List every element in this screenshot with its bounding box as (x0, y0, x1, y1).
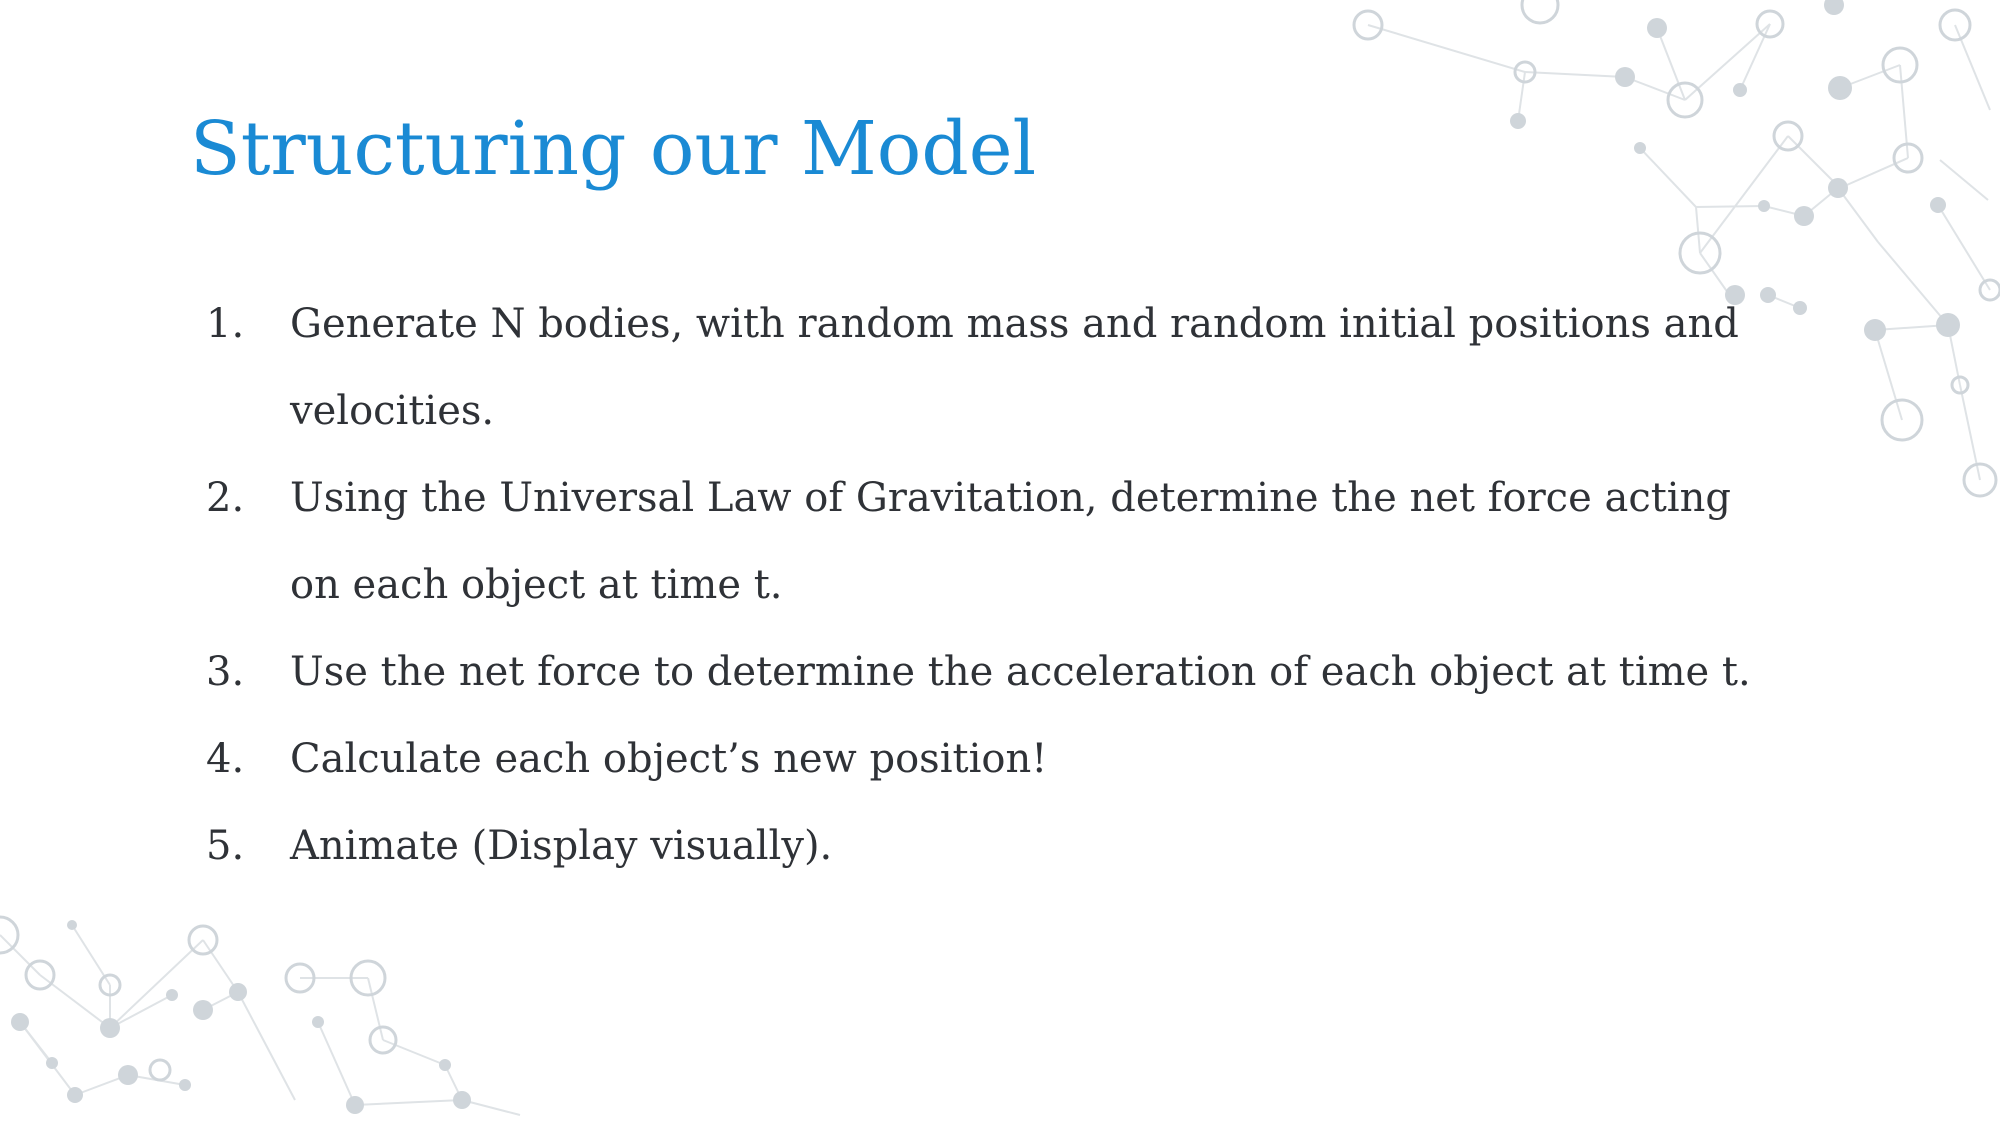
step-number: 2. (206, 475, 245, 521)
list-item: 5. Animate (Display visually). (190, 803, 1790, 890)
step-text: Using the Universal Law of Gravitation, … (290, 475, 1731, 608)
list-item: 3. Use the net force to determine the ac… (190, 629, 1790, 716)
list-item: 4. Calculate each object’s new position! (190, 716, 1790, 803)
steps-list: 1. Generate N bodies, with random mass a… (190, 281, 1790, 890)
step-text: Generate N bodies, with random mass and … (290, 301, 1739, 434)
step-number: 5. (206, 823, 245, 869)
step-text: Use the net force to determine the accel… (290, 649, 1751, 695)
slide: Structuring our Model 1. Generate N bodi… (0, 0, 2000, 1125)
list-item: 2. Using the Universal Law of Gravitatio… (190, 455, 1790, 629)
step-number: 4. (206, 736, 245, 782)
list-item: 1. Generate N bodies, with random mass a… (190, 281, 1790, 455)
step-text: Animate (Display visually). (290, 823, 833, 869)
step-number: 3. (206, 649, 245, 695)
slide-title: Structuring our Model (190, 106, 1037, 192)
step-text: Calculate each object’s new position! (290, 736, 1048, 782)
step-number: 1. (206, 301, 245, 347)
